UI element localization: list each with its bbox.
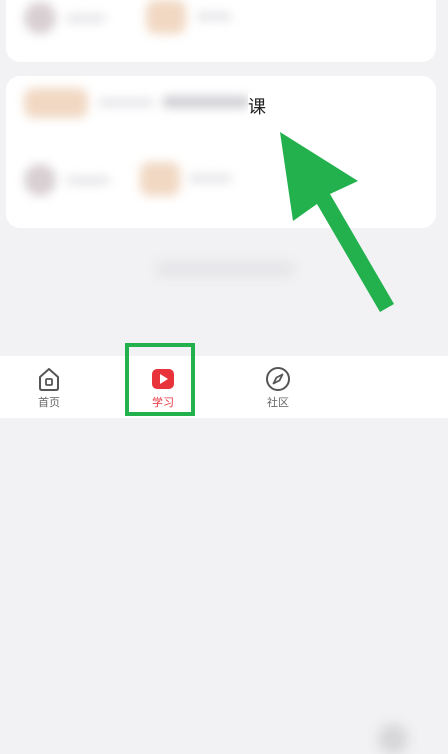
blurred-nav-item[interactable] bbox=[378, 724, 408, 754]
bottom-navigation: 首页 学习 社区 bbox=[0, 356, 448, 754]
nav-item-home[interactable]: 首页 bbox=[4, 356, 94, 418]
compass-icon bbox=[266, 367, 290, 391]
nav-label-community: 社区 bbox=[267, 396, 289, 409]
home-icon bbox=[39, 368, 59, 391]
nav-item-community[interactable]: 社区 bbox=[233, 356, 323, 418]
nav-label-home: 首页 bbox=[38, 396, 60, 409]
arrow-shape bbox=[280, 132, 394, 312]
highlight-box bbox=[125, 343, 195, 416]
